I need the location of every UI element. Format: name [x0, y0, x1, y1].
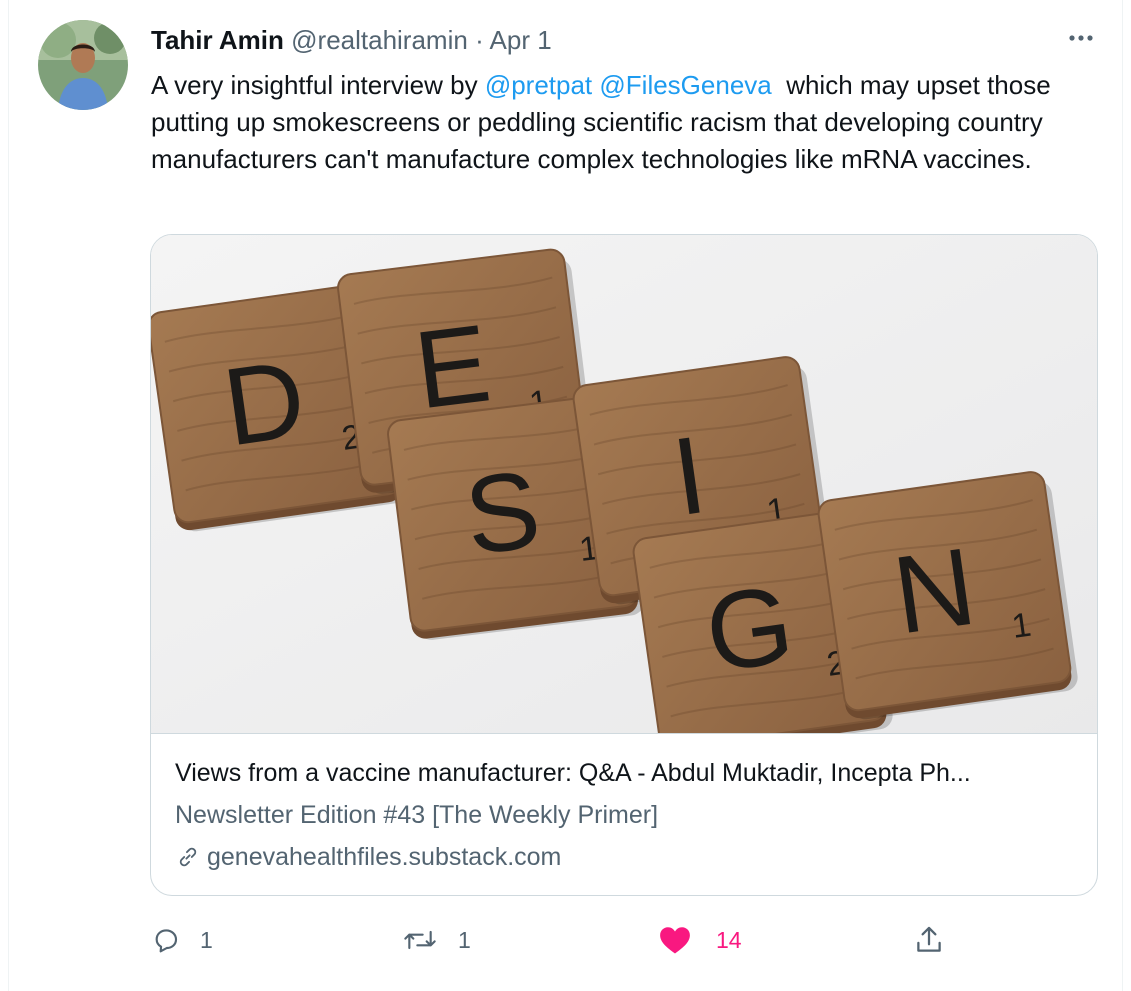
- avatar[interactable]: [38, 20, 128, 110]
- tile-letter: S: [459, 447, 547, 578]
- card-description: Newsletter Edition #43 [The Weekly Prime…: [175, 801, 659, 829]
- scrabble-tiles-image: D2E1S1I1G2N1: [151, 235, 1097, 758]
- link-icon: [179, 847, 197, 867]
- separator-dot: ·: [475, 25, 484, 55]
- reply-count: 1: [200, 926, 213, 953]
- retweet-button[interactable]: 1: [400, 922, 471, 958]
- like-count: 14: [716, 926, 742, 953]
- tweet-text-start: A very insightful interview by: [151, 70, 485, 100]
- heart-filled-icon: [660, 927, 690, 954]
- retweet-count: 1: [458, 926, 471, 953]
- like-button[interactable]: 14: [658, 922, 742, 958]
- mention-pretpat[interactable]: @pretpat: [485, 70, 592, 100]
- share-button[interactable]: [912, 922, 946, 958]
- tile-n: N1: [817, 471, 1078, 720]
- tweet-header: Tahir Amin @realtahiramin · Apr 1: [151, 24, 552, 56]
- tile-letter: G: [698, 562, 800, 696]
- mention-filesgeneva[interactable]: @FilesGeneva: [599, 70, 771, 100]
- tweet-text: A very insightful interview by @pretpat …: [151, 67, 1106, 178]
- retweet-icon: [404, 930, 436, 950]
- reply-icon: [155, 929, 178, 953]
- card-image[interactable]: D2E1S1I1G2N1: [151, 235, 1097, 758]
- card-domain: genevahealthfiles.substack.com: [175, 840, 561, 874]
- card-title: Views from a vaccine manufacturer: Q&A -…: [175, 759, 971, 787]
- tile-letter: D: [216, 337, 312, 470]
- reply-button[interactable]: 1: [150, 922, 213, 958]
- link-card[interactable]: D2E1S1I1G2N1 Views from a vaccine manufa…: [150, 234, 1098, 896]
- tile-letter: N: [886, 525, 982, 658]
- tweet-date[interactable]: Apr 1: [490, 25, 552, 55]
- author-name[interactable]: Tahir Amin: [151, 25, 284, 55]
- avatar-image: [38, 20, 128, 110]
- author-handle[interactable]: @realtahiramin: [291, 25, 468, 55]
- share-icon: [917, 926, 941, 952]
- more-horizontal-icon: [1069, 35, 1093, 41]
- more-options-button[interactable]: [1066, 26, 1098, 50]
- card-domain-text: genevahealthfiles.substack.com: [207, 843, 562, 871]
- card-text-area[interactable]: Views from a vaccine manufacturer: Q&A -…: [151, 733, 1097, 895]
